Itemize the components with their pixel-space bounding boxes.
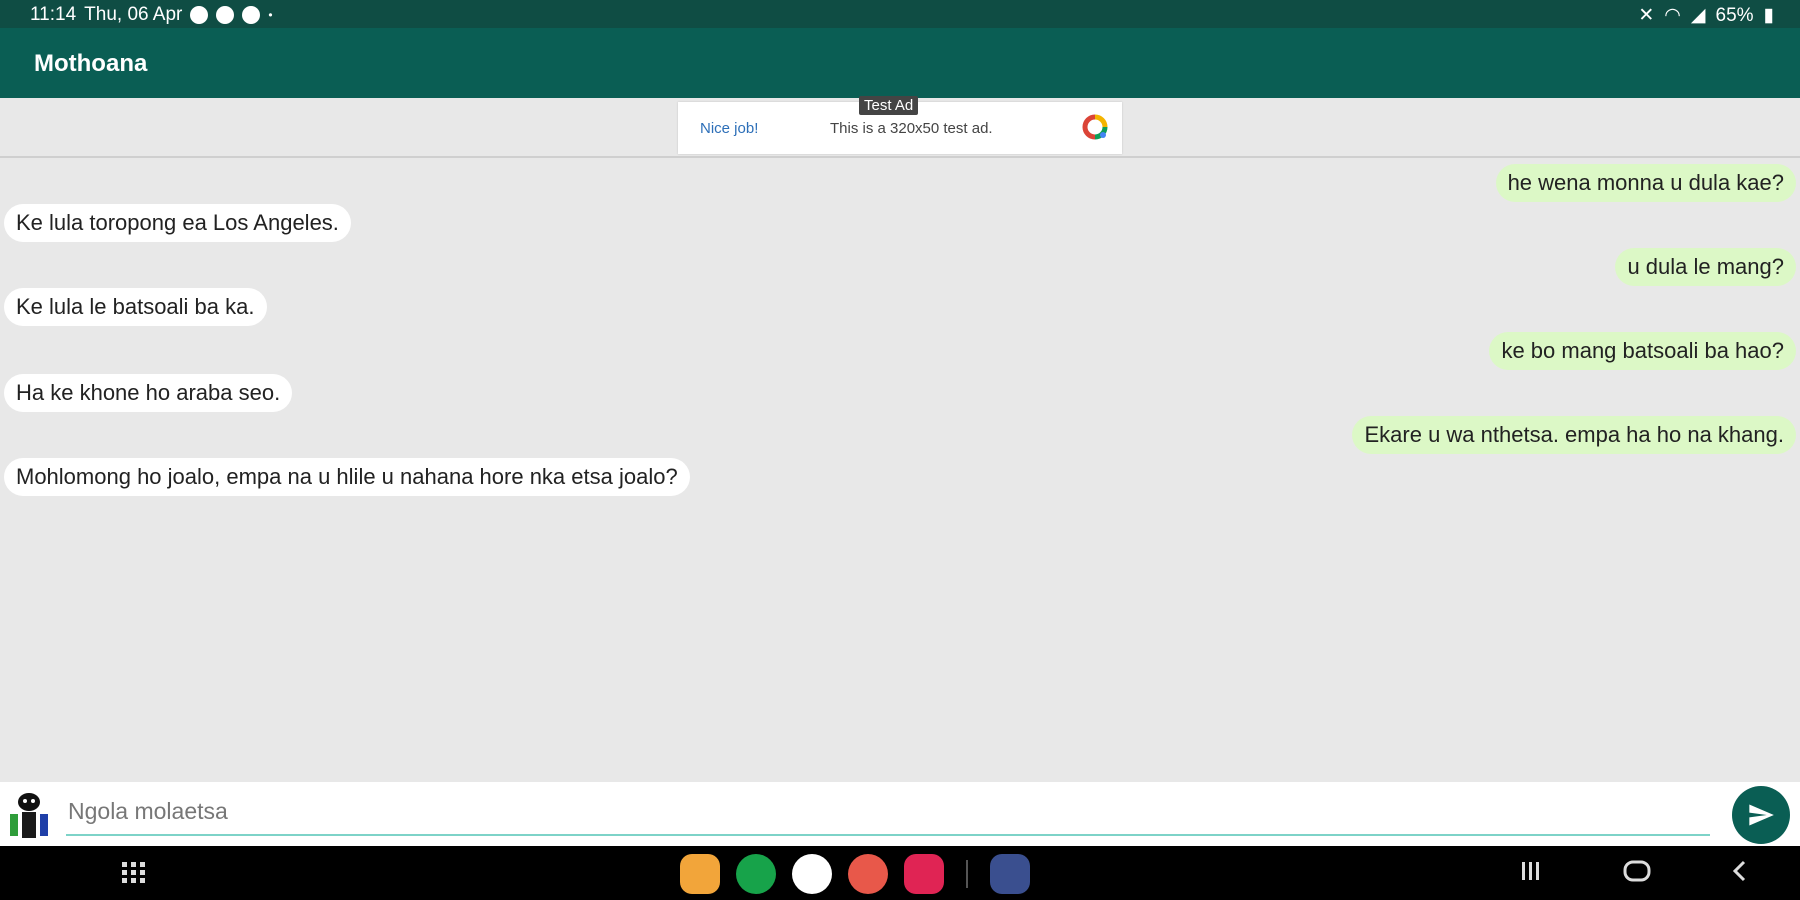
home-icon[interactable] [1622,858,1652,884]
chat-list[interactable]: he wena monna u dula kae? Ke lula toropo… [0,160,1800,780]
message-incoming: Ha ke khone ho araba seo. [4,374,293,412]
contacts-app-icon[interactable] [848,854,888,894]
battery-icon: ▮ [1763,5,1774,26]
recents-icon[interactable] [1518,858,1544,884]
message-outgoing: ke bo mang batsoali ba hao? [1489,332,1796,370]
app-bar: Mothoana [0,28,1800,98]
settings-notification-icon [242,6,261,24]
message-incoming: Ke lula le batsoali ba ka. [4,288,267,326]
message-outgoing: Ekare u wa nthetsa. empa ha ho na khang. [1352,416,1796,454]
status-date: Thu, 06 Apr [84,4,183,25]
ad-headline: Nice job! [700,120,759,137]
back-icon[interactable] [1730,858,1750,884]
send-button[interactable] [1732,786,1790,844]
send-icon [1749,804,1774,826]
video-app-icon[interactable] [904,854,944,894]
app-drawer-icon[interactable] [120,860,148,886]
settings-app-icon[interactable] [990,854,1030,894]
hand-icon [216,6,235,24]
messages-app-icon[interactable] [792,854,832,894]
folder-app-icon[interactable] [680,854,720,894]
signal-icon: ◢ [1690,5,1706,26]
app-dock [680,854,1030,894]
dock-divider [966,860,968,888]
phone-app-icon[interactable] [736,854,776,894]
mute-icon: ✕ [1638,5,1655,26]
page-title: Mothoana [34,50,148,77]
status-bar: 11:14 Thu, 06 Apr • ✕ ◠ ◢ 65% ▮ [0,0,1800,28]
message-input[interactable] [66,788,1710,836]
divider [0,156,1800,158]
ad-banner[interactable]: Nice job! This is a 320x50 test ad. Test… [678,96,1122,154]
system-nav-bar [0,846,1800,900]
battery-level: 65% [1715,4,1754,26]
message-outgoing: he wena monna u dula kae? [1495,164,1796,202]
wifi-icon: ◠ [1664,5,1681,26]
robot-avatar-icon[interactable] [2,790,56,840]
notification-icon [190,6,209,24]
message-incoming: Mohlomong ho joalo, empa na u hlile u na… [4,458,690,496]
ad-logo-icon [1082,114,1108,140]
more-notifications-icon: • [268,8,273,22]
message-outgoing: u dula le mang? [1615,248,1796,286]
message-incoming: Ke lula toropong ea Los Angeles. [4,204,351,242]
composer-bar [0,782,1800,846]
ad-description: This is a 320x50 test ad. [830,120,993,137]
status-time: 11:14 [30,4,77,25]
ad-tag: Test Ad [859,96,919,115]
